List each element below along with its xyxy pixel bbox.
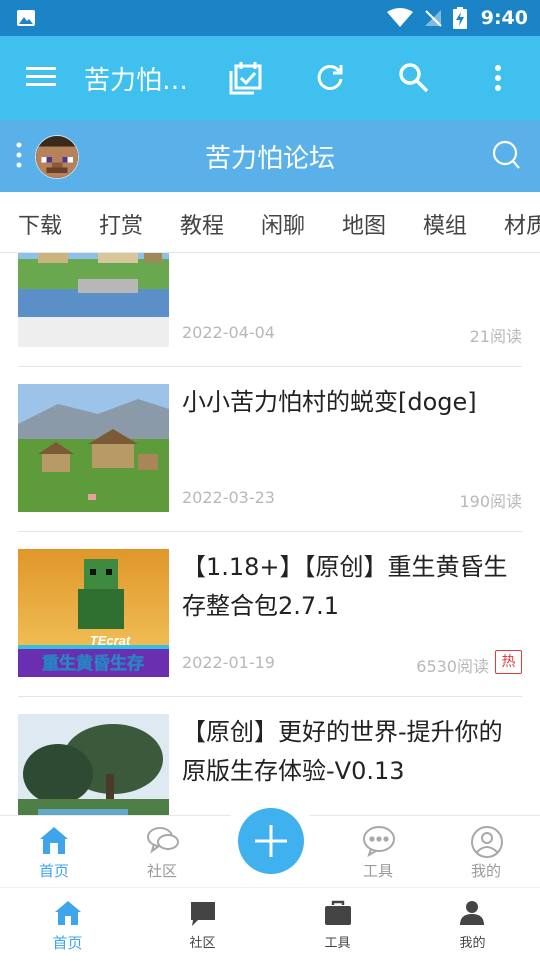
tab-map[interactable]: 地图 (342, 208, 386, 240)
chat-bubble-icon (191, 902, 215, 926)
status-bar: 9:40 (0, 0, 540, 36)
tools-chat-icon (363, 826, 395, 857)
briefcase-icon (325, 900, 351, 925)
post-feed[interactable]: 2022-04-04 21阅读 小小苦力怕村的蜕变[doge] 2022-03-… (0, 253, 540, 815)
post-read-count: 6530阅读 (416, 657, 489, 676)
tab-mod[interactable]: 模组 (423, 208, 467, 240)
thumbnail-banner: 重生黄昏生存 (42, 653, 144, 674)
tab-reward[interactable]: 打赏 (99, 208, 143, 240)
forum-title: 苦力怕论坛 (204, 144, 335, 174)
divider (18, 696, 522, 697)
menu-icon[interactable] (26, 66, 56, 88)
nav-label: 工具 (324, 936, 351, 951)
forum-search-icon[interactable] (492, 140, 520, 170)
add-post-button[interactable] (238, 808, 304, 874)
nav-label: 我的 (459, 936, 486, 951)
post-thumbnail (18, 253, 169, 347)
app-title: 苦力怕… (84, 66, 189, 96)
refresh-icon[interactable] (312, 60, 348, 96)
app-bar: 苦力怕… (0, 36, 540, 120)
nav-label: 首页 (52, 934, 83, 952)
search-icon[interactable] (396, 60, 432, 96)
post-read-count: 21阅读 (469, 327, 522, 346)
post-read-count: 190阅读 (459, 492, 522, 511)
person-icon (460, 901, 484, 925)
calendar-check-icon[interactable] (228, 60, 264, 96)
tab-tutorial[interactable]: 教程 (180, 208, 224, 240)
home-icon (40, 827, 68, 854)
profile-icon (471, 826, 503, 858)
nav-me[interactable]: 我的 (432, 816, 540, 888)
status-time: 9:40 (480, 7, 528, 29)
nav2-home[interactable]: 首页 (0, 888, 135, 961)
forum-header: 苦力怕论坛 (0, 120, 540, 192)
nav-label: 首页 (38, 862, 69, 880)
bottom-nav-secondary: 首页 社区 工具 我的 (0, 887, 540, 961)
post-thumbnail (18, 714, 169, 815)
post-thumbnail: TEcrat 重生黄昏生存 (18, 549, 169, 677)
thumbnail-caption: TEcrat (90, 633, 131, 648)
nav-label: 我的 (470, 862, 501, 880)
nav-home[interactable]: 首页 (0, 816, 108, 888)
community-chat-icon (147, 827, 179, 854)
post-date: 2022-01-19 (182, 653, 275, 672)
list-item[interactable]: TEcrat 重生黄昏生存 【1.18+】【原创】重生黄昏生存整合包2.7.1 … (18, 549, 522, 677)
category-tabs: 下载 打赏 教程 闲聊 地图 模组 材质 (0, 192, 540, 253)
home-icon (55, 901, 81, 925)
list-item[interactable]: 2022-04-04 21阅读 (18, 253, 522, 347)
image-notification-icon (17, 10, 35, 26)
nav-label: 工具 (362, 862, 393, 880)
list-item[interactable]: 小小苦力怕村的蜕变[doge] 2022-03-23 190阅读 (18, 384, 522, 512)
more-vert-icon[interactable] (480, 60, 516, 96)
hot-badge: 热 (495, 650, 522, 674)
nav-community[interactable]: 社区 (108, 816, 216, 888)
nav2-community[interactable]: 社区 (135, 888, 270, 961)
plus-icon (255, 825, 287, 857)
nav2-me[interactable]: 我的 (405, 888, 540, 961)
post-thumbnail (18, 384, 169, 512)
wifi-icon (386, 8, 413, 27)
divider (18, 531, 522, 532)
tab-download[interactable]: 下载 (18, 208, 62, 240)
tab-texture[interactable]: 材质 (504, 208, 540, 240)
nav-label: 社区 (146, 862, 177, 880)
nav-label: 社区 (189, 936, 216, 951)
tab-chat[interactable]: 闲聊 (261, 208, 305, 240)
post-date: 2022-03-23 (182, 488, 275, 507)
post-date: 2022-04-04 (182, 323, 275, 342)
nav2-tools[interactable]: 工具 (270, 888, 405, 961)
post-title[interactable]: 【1.18+】【原创】重生黄昏生存整合包2.7.1 (182, 548, 522, 626)
no-signal-icon (424, 10, 442, 27)
post-title[interactable]: 【原创】更好的世界-提升你的原版生存体验-V0.13 (182, 713, 522, 791)
nav-tools[interactable]: 工具 (324, 816, 432, 888)
divider (18, 366, 522, 367)
post-title[interactable]: 小小苦力怕村的蜕变[doge] (182, 383, 522, 422)
battery-charging-icon (452, 7, 467, 29)
